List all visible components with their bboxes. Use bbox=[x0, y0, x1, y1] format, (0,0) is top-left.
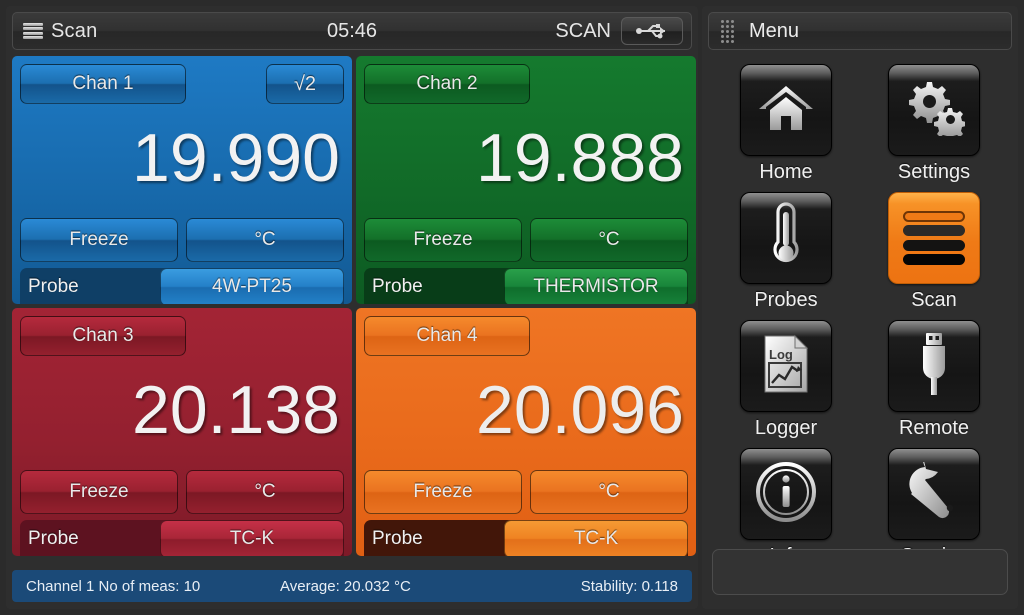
logger-tile[interactable]: Log bbox=[740, 320, 832, 412]
channel-panel-2[interactable]: Chan 2 19.888 Freeze °C Probe THERMISTOR bbox=[356, 56, 696, 304]
probe-type-button-2[interactable]: THERMISTOR bbox=[504, 268, 688, 304]
unit-button-2[interactable]: °C bbox=[530, 218, 688, 262]
measurement-area: Scan 05:46 SCAN Chan 1 √2 19.990 Freeze … bbox=[6, 6, 698, 609]
usb-icon[interactable] bbox=[621, 17, 683, 45]
channel-name-button-2[interactable]: Chan 2 bbox=[364, 64, 530, 104]
freeze-button-2[interactable]: Freeze bbox=[364, 218, 522, 262]
thermometer-icon bbox=[769, 201, 803, 276]
menu-label-settings: Settings bbox=[897, 161, 971, 183]
menu-item-home[interactable]: Home bbox=[712, 60, 860, 184]
probe-label-4: Probe bbox=[372, 528, 423, 549]
status-bar-right: SCAN bbox=[555, 17, 683, 45]
sqrt-button-1[interactable]: √2 bbox=[266, 64, 344, 104]
channel-value-4: 20.096 bbox=[476, 372, 684, 448]
menu-label-logger: Logger bbox=[754, 417, 818, 439]
status-bar[interactable]: Scan 05:46 SCAN bbox=[12, 12, 692, 50]
svg-text:Log: Log bbox=[769, 347, 793, 362]
menu-item-remote[interactable]: Remote bbox=[860, 316, 1008, 440]
probe-type-button-4[interactable]: TC-K bbox=[504, 520, 688, 556]
channel-name-button-4[interactable]: Chan 4 bbox=[364, 316, 530, 356]
unit-button-3[interactable]: °C bbox=[186, 470, 344, 514]
measurement-count: Channel 1 No of meas: 10 bbox=[26, 577, 201, 595]
unit-button-4[interactable]: °C bbox=[530, 470, 688, 514]
info-tile[interactable] bbox=[740, 448, 832, 540]
channel-panel-4[interactable]: Chan 4 20.096 Freeze °C Probe TC-K bbox=[356, 308, 696, 556]
info-circle-icon bbox=[755, 461, 817, 528]
scan-mode-label: SCAN bbox=[555, 19, 611, 42]
channel-panel-3[interactable]: Chan 3 20.138 Freeze °C Probe TC-K bbox=[12, 308, 352, 556]
probe-row-3: Probe TC-K bbox=[20, 520, 344, 556]
log-document-icon: Log bbox=[759, 333, 813, 400]
usb-plug-icon bbox=[914, 331, 954, 402]
channel-value-3: 20.138 bbox=[132, 372, 340, 448]
statistics-bar: Channel 1 No of meas: 10 Average: 20.032… bbox=[12, 570, 692, 602]
channel-name-button-3[interactable]: Chan 3 bbox=[20, 316, 186, 356]
channel-controls-2: Freeze °C bbox=[364, 218, 688, 262]
probe-type-button-3[interactable]: TC-K bbox=[160, 520, 344, 556]
home-tile[interactable] bbox=[740, 64, 832, 156]
status-bar-title: Scan bbox=[51, 19, 98, 42]
menu-label-remote: Remote bbox=[898, 417, 970, 439]
menu-label-scan: Scan bbox=[911, 289, 957, 311]
menu-label-probes: Probes bbox=[754, 289, 818, 311]
menu-title: Menu bbox=[749, 19, 800, 42]
stability-value: Stability: 0.118 bbox=[580, 577, 678, 595]
menu-item-settings[interactable]: Settings bbox=[860, 60, 1008, 184]
menu-grid: Home Settings Probes Scan Log Logger Rem… bbox=[712, 60, 1008, 568]
probe-row-4: Probe TC-K bbox=[364, 520, 688, 556]
menu-footer-panel bbox=[712, 549, 1008, 595]
menu-label-home: Home bbox=[759, 161, 813, 183]
scan-tile[interactable] bbox=[888, 192, 980, 284]
freeze-button-1[interactable]: Freeze bbox=[20, 218, 178, 262]
menu-item-probes[interactable]: Probes bbox=[712, 188, 860, 312]
probes-tile[interactable] bbox=[740, 192, 832, 284]
channel-controls-1: Freeze °C bbox=[20, 218, 344, 262]
freeze-button-3[interactable]: Freeze bbox=[20, 470, 178, 514]
remote-tile[interactable] bbox=[888, 320, 980, 412]
probe-label-3: Probe bbox=[28, 528, 79, 549]
menu-item-scan[interactable]: Scan bbox=[860, 188, 1008, 312]
menu-header[interactable]: Menu bbox=[708, 12, 1012, 50]
freeze-button-4[interactable]: Freeze bbox=[364, 470, 522, 514]
home-icon bbox=[757, 83, 815, 138]
device-screen: Scan 05:46 SCAN Chan 1 √2 19.990 Freeze … bbox=[0, 0, 1024, 615]
service-tile[interactable] bbox=[888, 448, 980, 540]
probe-row-2: Probe THERMISTOR bbox=[364, 268, 688, 304]
grip-dots-icon[interactable] bbox=[721, 20, 737, 43]
channel-value-1: 19.990 bbox=[132, 120, 340, 196]
channel-panel-1[interactable]: Chan 1 √2 19.990 Freeze °C Probe 4W-PT25 bbox=[12, 56, 352, 304]
channel-value-2: 19.888 bbox=[476, 120, 684, 196]
wrench-icon bbox=[901, 456, 967, 527]
hamburger-icon[interactable] bbox=[23, 22, 43, 40]
channel-controls-4: Freeze °C bbox=[364, 470, 688, 514]
menu-item-logger[interactable]: Log Logger bbox=[712, 316, 860, 440]
unit-button-1[interactable]: °C bbox=[186, 218, 344, 262]
menu-panel: Menu Home Settings Probes Scan Log Logge… bbox=[702, 6, 1018, 609]
probe-type-button-1[interactable]: 4W-PT25 bbox=[160, 268, 344, 304]
settings-tile[interactable] bbox=[888, 64, 980, 156]
gears-icon bbox=[903, 80, 966, 141]
probe-label-2: Probe bbox=[372, 276, 423, 297]
channel-name-button-1[interactable]: Chan 1 bbox=[20, 64, 186, 104]
channel-controls-3: Freeze °C bbox=[20, 470, 344, 514]
probe-row-1: Probe 4W-PT25 bbox=[20, 268, 344, 304]
average-value: Average: 20.032 °C bbox=[280, 577, 411, 595]
scan-bars-icon bbox=[903, 211, 965, 265]
probe-label-1: Probe bbox=[28, 276, 79, 297]
